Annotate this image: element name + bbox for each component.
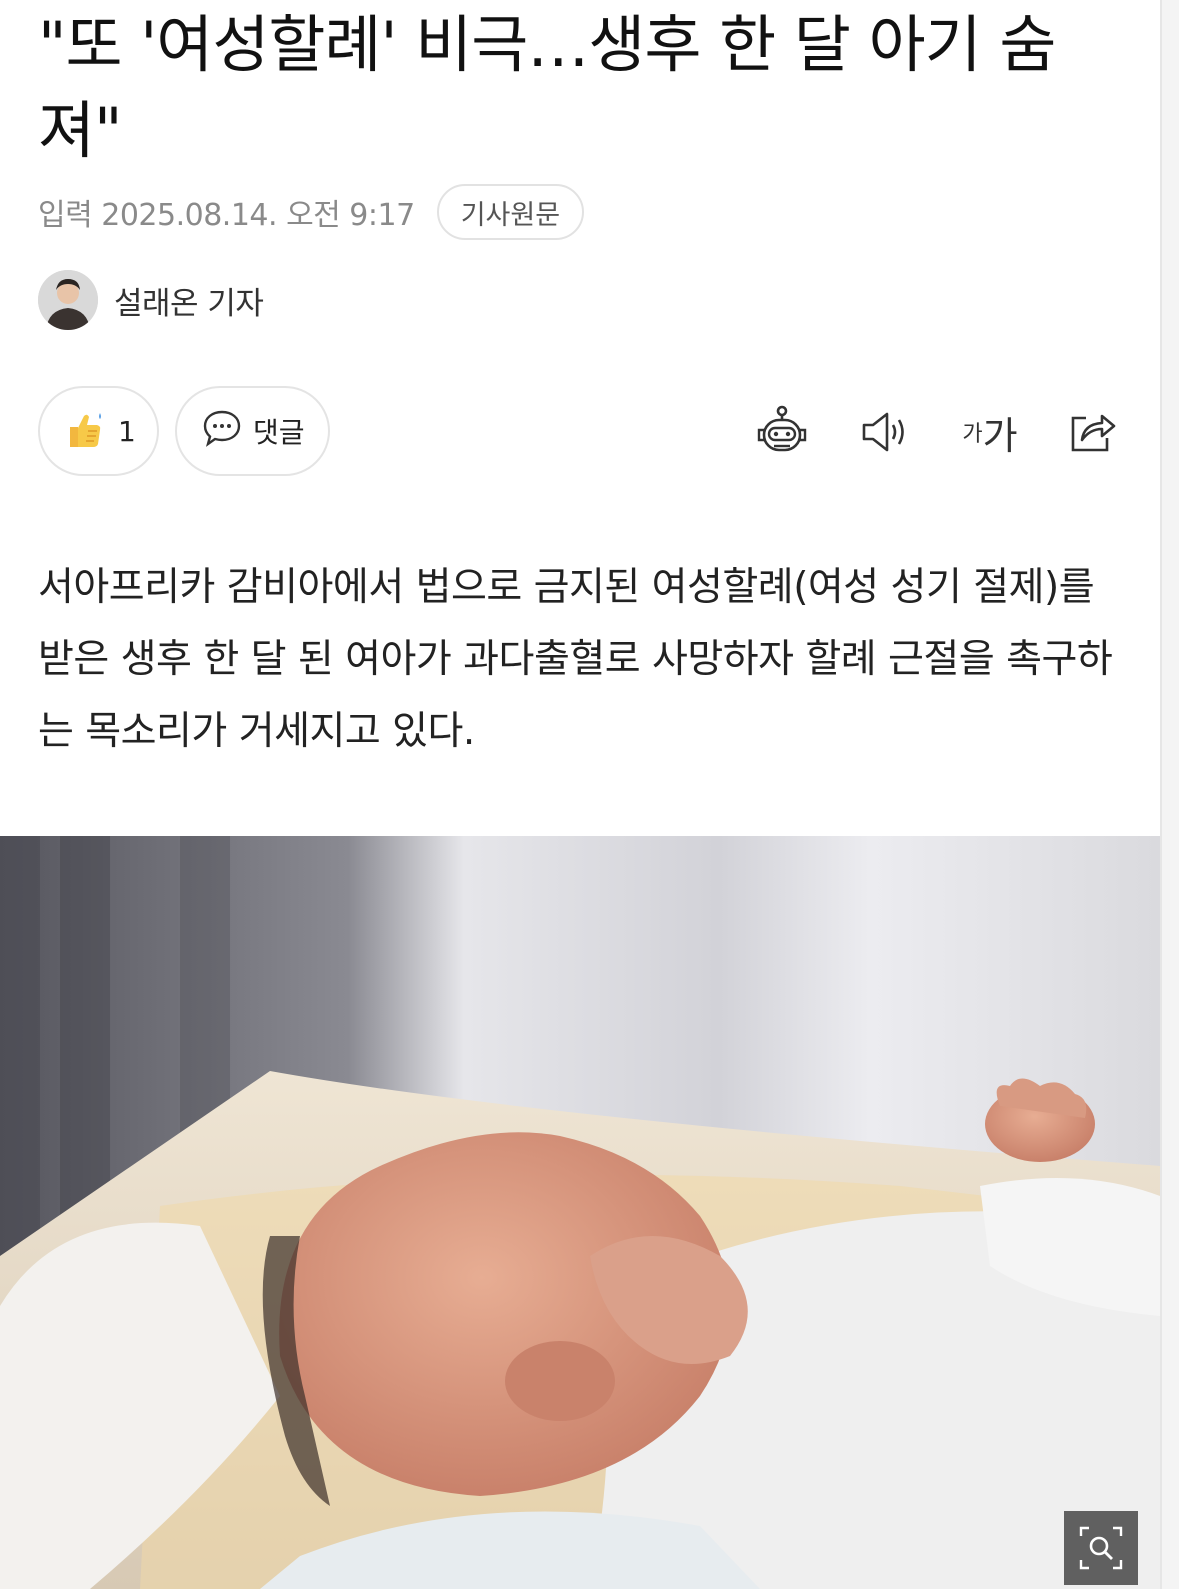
scrollbar-track[interactable] bbox=[1160, 0, 1179, 1589]
thumbs-up-icon bbox=[64, 407, 108, 455]
newborn-baby-photo[interactable] bbox=[0, 836, 1160, 1589]
magnifier-icon bbox=[1079, 1526, 1123, 1570]
comment-label: 댓글 bbox=[253, 416, 305, 449]
action-bar: 1 댓글 가 가 bbox=[38, 386, 1120, 476]
like-count: 1 bbox=[118, 414, 136, 448]
article-title: "또 '여성할례' 비극…생후 한 달 아기 숨져" bbox=[38, 8, 1056, 167]
article-lead: 서아프리카 감비아에서 법으로 금지된 여성할례(여성 성기 절제)를 받은 생… bbox=[38, 565, 1113, 754]
like-button[interactable]: 1 bbox=[38, 386, 159, 476]
article-meta: 입력 2025.08.14. 오전 9:17 기사원문 bbox=[38, 182, 585, 242]
speaker-icon[interactable] bbox=[858, 404, 914, 460]
share-icon[interactable] bbox=[1064, 404, 1120, 460]
zoom-image-button[interactable] bbox=[1064, 1511, 1138, 1585]
comment-bubble-icon bbox=[201, 408, 243, 454]
author[interactable]: 설래온 기자 bbox=[38, 270, 264, 330]
author-name[interactable]: 설래온 기자 bbox=[114, 278, 264, 323]
robot-summary-icon[interactable] bbox=[754, 404, 810, 460]
comment-button[interactable]: 댓글 bbox=[175, 386, 330, 476]
publish-date: 입력 2025.08.14. 오전 9:17 bbox=[38, 198, 415, 233]
font-size-small: 가 bbox=[962, 422, 983, 447]
font-size-button[interactable]: 가가 bbox=[958, 404, 1022, 460]
original-article-button[interactable]: 기사원문 bbox=[436, 184, 585, 240]
avatar[interactable] bbox=[38, 270, 98, 330]
article: "또 '여성할례' 비극…생후 한 달 아기 숨져" 입력 2025.08.14… bbox=[0, 0, 1160, 1589]
font-size-large: 가 bbox=[982, 413, 1018, 458]
